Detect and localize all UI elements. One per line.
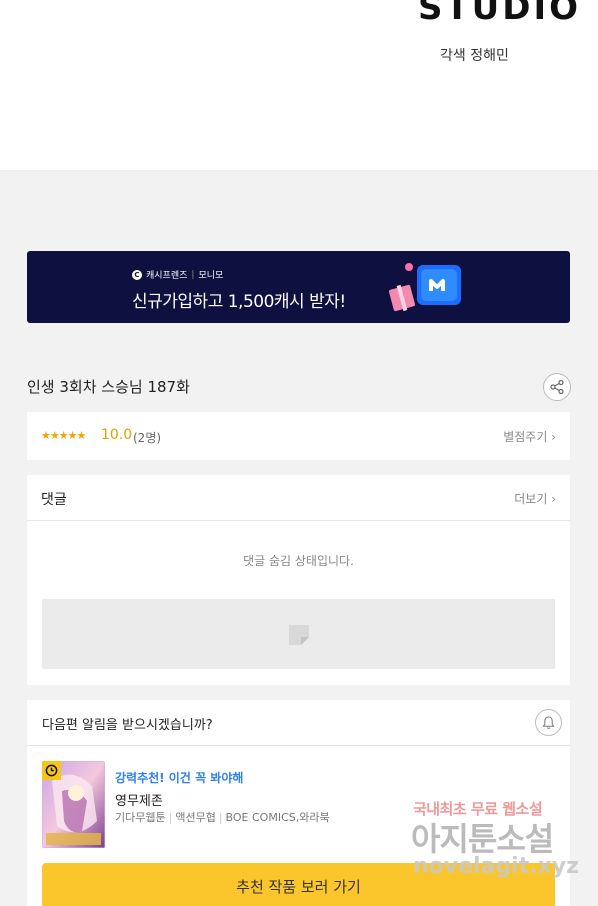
- rating-stars: ★★★★★: [41, 429, 86, 442]
- rate-button[interactable]: 별점주기 ›: [503, 428, 556, 445]
- rating-score: 10.0: [101, 427, 133, 443]
- clock-icon: [45, 764, 58, 777]
- banner-headline: 신규가입하고 1,500캐시 받자!: [132, 292, 346, 312]
- image-placeholder-icon: [289, 625, 309, 645]
- recommend-meta: 기다무웹툰 | 액션무협 | BOE COMICS,와라북: [115, 809, 330, 825]
- recommend-publisher: BOE COMICS,와라북: [225, 811, 330, 824]
- notify-section: 다음편 알림을 받으시겠습니까? 강력추천! 이건 꼭 봐야해 영무제존 기다무…: [27, 700, 570, 906]
- banner-brand-left: 캐시프렌즈: [146, 271, 188, 281]
- share-button[interactable]: [543, 373, 571, 401]
- adaptation-credit: 각색 정해민: [440, 48, 509, 64]
- banner-brand-right: 모니모: [198, 271, 224, 281]
- ad-placeholder: [42, 599, 555, 669]
- banner-brand: C 캐시프렌즈 | 모니모: [132, 268, 223, 281]
- wait-free-badge: [42, 761, 61, 780]
- comment-title: 댓글: [41, 492, 67, 508]
- comment-header: 댓글 더보기 ›: [27, 475, 570, 521]
- gift-box-icon: [388, 263, 461, 312]
- comment-section: 댓글 더보기 › 댓글 숨김 상태입니다.: [27, 475, 570, 685]
- recommend-cta-button[interactable]: 추천 작품 보러 가기: [42, 863, 555, 906]
- recommend-tag: 강력추천! 이건 꼭 봐야해: [115, 771, 244, 785]
- bell-icon: [542, 716, 555, 729]
- notify-header: 다음편 알림을 받으시겠습니까?: [27, 700, 570, 746]
- recommend-genre-1: 기다무웹툰: [115, 811, 166, 824]
- brand-divider: |: [191, 269, 195, 280]
- cashfriends-logo-icon: C: [132, 269, 142, 280]
- meta-divider: |: [218, 811, 223, 824]
- rating-card: ★★★★★ 10.0 (2명) 별점주기 ›: [27, 412, 570, 460]
- episode-title: 인생 3회차 스승님 187화: [27, 378, 190, 396]
- rating-count: (2명): [133, 431, 162, 445]
- notify-question: 다음편 알림을 받으시겠습니까?: [42, 718, 213, 733]
- ad-banner[interactable]: C 캐시프렌즈 | 모니모 신규가입하고 1,500캐시 받자!: [27, 251, 570, 323]
- studio-logo: STUDIO: [418, 0, 582, 28]
- share-icon: [550, 379, 564, 395]
- notify-bell-button[interactable]: [535, 709, 562, 736]
- recommend-genre-2: 액션무협: [175, 811, 216, 824]
- top-content-area: STUDIO 각색 정해민: [0, 0, 598, 170]
- comment-more-button[interactable]: 더보기 ›: [514, 490, 556, 507]
- comment-hidden-notice: 댓글 숨김 상태입니다.: [243, 554, 354, 568]
- recommend-title[interactable]: 영무제존: [115, 790, 163, 809]
- meta-divider: |: [168, 811, 173, 824]
